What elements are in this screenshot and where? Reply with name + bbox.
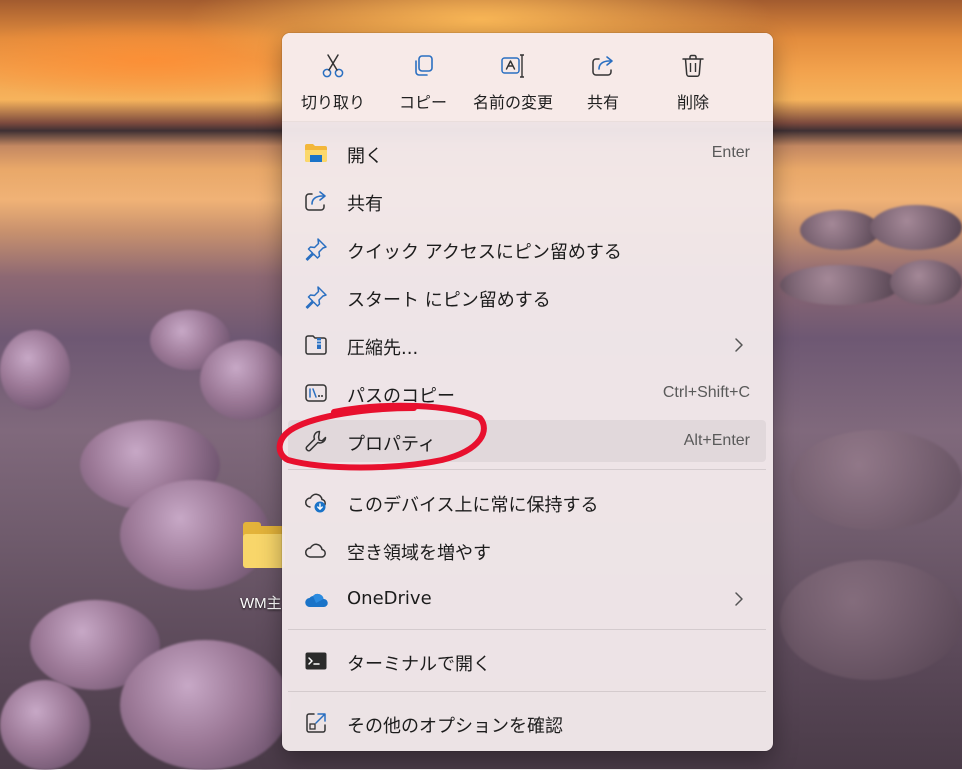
menu-separator	[288, 691, 766, 692]
context-menu-toolbar: 切り取り コピー 名前の変更 共有 削除	[282, 33, 773, 122]
menu-item-properties[interactable]: プロパティ Alt+Enter	[288, 420, 766, 462]
scissors-icon	[322, 54, 344, 78]
wrench-icon	[305, 430, 327, 452]
rename-button[interactable]: 名前の変更	[469, 45, 557, 112]
zip-folder-icon	[305, 335, 327, 355]
desktop-folder-icon[interactable]	[243, 522, 285, 570]
menu-item-open-label: 開く	[347, 146, 383, 167]
share-icon	[592, 56, 613, 76]
desktop-folder-label: WM主	[240, 595, 282, 612]
menu-item-open-shortcut: Enter	[711, 144, 750, 161]
menu-item-compress-label: 圧縮先...	[347, 338, 419, 359]
copy-path-icon	[305, 384, 327, 402]
pin-icon	[305, 238, 327, 261]
terminal-icon	[305, 652, 327, 670]
menu-item-properties-label: プロパティ	[347, 434, 436, 455]
menu-item-compress[interactable]: 圧縮先...	[288, 324, 766, 366]
chevron-right-icon	[735, 338, 743, 352]
pin-icon	[305, 286, 327, 309]
menu-item-more-options[interactable]: その他のオプションを確認	[288, 702, 766, 744]
menu-item-share-label: 共有	[347, 194, 383, 215]
copy-button[interactable]: コピー	[379, 45, 467, 112]
chevron-right-icon	[735, 592, 743, 606]
context-menu: 切り取り コピー 名前の変更 共有 削除 開く Enter 共有 クイック アク…	[282, 33, 773, 751]
menu-item-share[interactable]: 共有	[288, 180, 766, 222]
cut-label: 切り取り	[300, 93, 365, 112]
menu-item-pin-quick-access-label: クイック アクセスにピン留めする	[347, 242, 622, 263]
menu-item-free-up-space[interactable]: 空き領域を増やす	[288, 529, 766, 571]
trash-icon	[682, 54, 704, 78]
menu-item-open[interactable]: 開く Enter	[288, 132, 766, 174]
menu-item-keep-on-device[interactable]: このデバイス上に常に保持する	[288, 481, 766, 523]
menu-item-pin-start[interactable]: スタート にピン留めする	[288, 276, 766, 318]
menu-item-properties-shortcut: Alt+Enter	[683, 432, 750, 449]
copy-icon	[415, 55, 433, 76]
menu-item-onedrive-label: OneDrive	[347, 588, 432, 609]
cloud-outline-icon	[305, 543, 326, 558]
menu-item-open-terminal-label: ターミナルで開く	[347, 654, 491, 675]
copy-label: コピー	[398, 93, 447, 112]
share-button[interactable]: 共有	[559, 45, 647, 112]
menu-item-pin-quick-access[interactable]: クイック アクセスにピン留めする	[288, 228, 766, 270]
open-external-icon	[306, 713, 326, 733]
rename-icon	[501, 54, 524, 78]
menu-item-keep-on-device-label: このデバイス上に常に保持する	[347, 495, 599, 516]
menu-item-onedrive[interactable]: OneDrive	[288, 578, 766, 620]
cloud-download-icon	[305, 493, 326, 513]
menu-item-copy-path-shortcut: Ctrl+Shift+C	[662, 384, 750, 401]
menu-item-pin-start-label: スタート にピン留めする	[347, 290, 551, 311]
delete-button[interactable]: 削除	[649, 45, 737, 112]
menu-separator	[288, 469, 766, 470]
share-label: 共有	[586, 93, 619, 112]
rename-label: 名前の変更	[472, 93, 553, 112]
folder-icon	[305, 144, 327, 162]
share-icon	[305, 191, 326, 211]
menu-item-copy-path-label: パスのコピー	[347, 386, 455, 407]
menu-item-copy-path[interactable]: パスのコピー Ctrl+Shift+C	[288, 372, 766, 414]
menu-item-more-options-label: その他のオプションを確認	[347, 716, 563, 737]
delete-label: 削除	[676, 93, 709, 112]
onedrive-icon	[305, 593, 328, 608]
menu-separator	[288, 629, 766, 630]
cut-button[interactable]: 切り取り	[289, 45, 377, 112]
menu-item-free-up-space-label: 空き領域を増やす	[347, 543, 491, 564]
menu-item-open-terminal[interactable]: ターミナルで開く	[288, 640, 766, 682]
